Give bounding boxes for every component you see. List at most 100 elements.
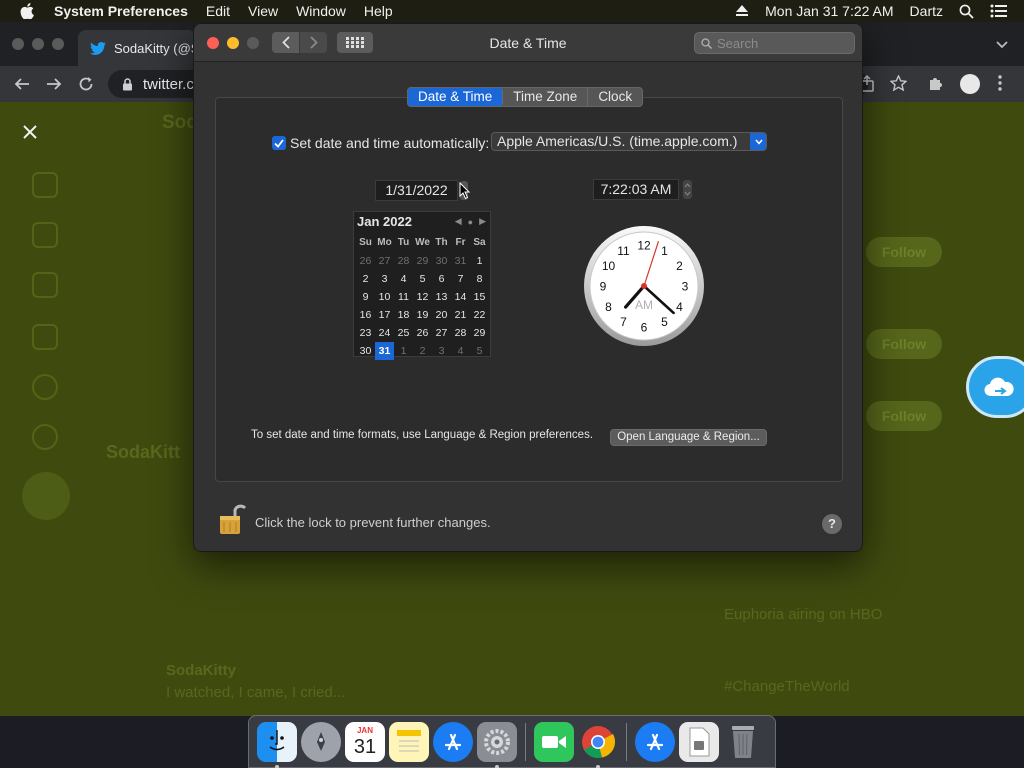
finder-icon[interactable]: [257, 721, 297, 768]
tab-time-zone[interactable]: Time Zone: [503, 88, 589, 106]
window-titlebar[interactable]: Date & Time: [194, 24, 862, 62]
calendar-day[interactable]: 20: [432, 306, 451, 324]
calendar-day[interactable]: 10: [375, 288, 394, 306]
open-language-region-button[interactable]: Open Language & Region...: [610, 429, 767, 446]
calendar-day[interactable]: 29: [413, 252, 432, 270]
calendar-day[interactable]: 5: [413, 270, 432, 288]
calendar-day[interactable]: 8: [470, 270, 489, 288]
calendar-picker[interactable]: Jan 2022 ◀ ● ▶ Su Mo Tu We Th Fr Sa 26 27 28 29 30 3…: [353, 211, 491, 360]
calendar-day[interactable]: 31: [451, 252, 470, 270]
calendar-day[interactable]: 19: [413, 306, 432, 324]
calendar-day[interactable]: 17: [375, 306, 394, 324]
calendar-day[interactable]: 4: [394, 270, 413, 288]
close-overlay-icon[interactable]: [22, 124, 38, 145]
bookmark-star-icon[interactable]: [889, 74, 908, 96]
eject-icon[interactable]: [735, 5, 749, 17]
browser-back-icon[interactable]: [14, 76, 30, 97]
calendar-day[interactable]: 16: [356, 306, 375, 324]
calendar-day[interactable]: 6: [432, 270, 451, 288]
system-preferences-icon[interactable]: [477, 721, 517, 768]
calendar-day[interactable]: 25: [394, 324, 413, 342]
extensions-puzzle-icon[interactable]: [928, 75, 944, 96]
calendar-next-month-icon[interactable]: ▶: [479, 216, 486, 227]
calendar-day[interactable]: 14: [451, 288, 470, 306]
spotlight-search-icon[interactable]: [959, 4, 974, 19]
facetime-icon[interactable]: [534, 721, 574, 762]
profile-avatar-icon[interactable]: [960, 74, 980, 94]
menubar-user[interactable]: Dartz: [910, 3, 943, 19]
menu-window[interactable]: Window: [296, 3, 346, 19]
calendar-day[interactable]: 30: [356, 342, 375, 360]
calendar-day[interactable]: 2: [356, 270, 375, 288]
tab-clock[interactable]: Clock: [588, 88, 642, 106]
calendar-day[interactable]: 29: [470, 324, 489, 342]
calendar-day[interactable]: 3: [375, 270, 394, 288]
calendar-day[interactable]: 3: [432, 342, 451, 360]
browser-close-dot[interactable]: [12, 38, 24, 50]
browser-reload-icon[interactable]: [78, 76, 94, 97]
calendar-prev-month-icon[interactable]: ◀: [455, 216, 462, 227]
menu-view[interactable]: View: [248, 3, 278, 19]
launchpad-icon[interactable]: [301, 721, 341, 762]
unlocked-padlock-icon[interactable]: [218, 502, 246, 536]
calendar-day[interactable]: 21: [451, 306, 470, 324]
calendar-day[interactable]: 15: [470, 288, 489, 306]
date-field[interactable]: 1/31/2022: [375, 180, 458, 201]
time-field[interactable]: 7:22:03 AM: [593, 179, 679, 200]
calendar-day[interactable]: 12: [413, 288, 432, 306]
calendar-day[interactable]: 26: [356, 252, 375, 270]
calendar-app-icon[interactable]: JAN 31: [345, 721, 385, 762]
calendar-day[interactable]: 1: [394, 342, 413, 360]
window-minimize-button[interactable]: [227, 37, 239, 49]
calendar-day[interactable]: 28: [394, 252, 413, 270]
calendar-day[interactable]: 23: [356, 324, 375, 342]
time-stepper[interactable]: [683, 180, 692, 199]
time-server-select[interactable]: Apple Americas/U.S. (time.apple.com.): [491, 132, 767, 151]
menu-edit[interactable]: Edit: [206, 3, 230, 19]
notes-app-icon[interactable]: [389, 721, 429, 762]
calendar-day[interactable]: 28: [451, 324, 470, 342]
browser-menu-icon[interactable]: [998, 75, 1002, 96]
calendar-day[interactable]: 22: [470, 306, 489, 324]
browser-tab-twitter[interactable]: SodaKitty (@S: [78, 30, 196, 66]
preferences-search[interactable]: [694, 32, 855, 54]
calendar-day[interactable]: 5: [470, 342, 489, 360]
calendar-day[interactable]: 30: [432, 252, 451, 270]
calendar-day[interactable]: 11: [394, 288, 413, 306]
search-input[interactable]: [717, 35, 837, 51]
back-button[interactable]: [272, 32, 299, 53]
menu-app-name[interactable]: System Preferences: [54, 3, 188, 19]
calendar-day[interactable]: 27: [375, 252, 394, 270]
calendar-day[interactable]: 4: [451, 342, 470, 360]
browser-zoom-dot[interactable]: [52, 38, 64, 50]
calendar-day[interactable]: 2: [413, 342, 432, 360]
calendar-today-dot-icon[interactable]: ●: [468, 217, 473, 227]
document-file-icon[interactable]: [679, 721, 719, 762]
calendar-day[interactable]: 24: [375, 324, 394, 342]
calendar-day-selected[interactable]: 31: [375, 342, 394, 360]
cloud-sync-badge[interactable]: [966, 356, 1024, 418]
calendar-day[interactable]: 26: [413, 324, 432, 342]
menu-help[interactable]: Help: [364, 3, 393, 19]
window-close-button[interactable]: [207, 37, 219, 49]
window-zoom-button[interactable]: [247, 37, 259, 49]
show-all-button[interactable]: [337, 32, 373, 53]
chrome-icon[interactable]: [578, 722, 618, 768]
app-store-icon[interactable]: [433, 721, 473, 762]
calendar-day[interactable]: 27: [432, 324, 451, 342]
calendar-day[interactable]: 13: [432, 288, 451, 306]
browser-forward-icon[interactable]: [46, 76, 62, 97]
calendar-day[interactable]: 18: [394, 306, 413, 324]
calendar-day[interactable]: 7: [451, 270, 470, 288]
tab-search-chevron-icon[interactable]: [996, 36, 1008, 54]
help-button[interactable]: ?: [822, 514, 842, 534]
app-store-download-icon[interactable]: [635, 721, 675, 762]
auto-date-time-checkbox[interactable]: [272, 136, 286, 150]
apple-menu-icon[interactable]: [20, 3, 40, 19]
calendar-day[interactable]: 1: [470, 252, 489, 270]
control-center-icon[interactable]: [990, 4, 1008, 18]
auto-date-time-label[interactable]: Set date and time automatically:: [290, 135, 489, 151]
menubar-datetime[interactable]: Mon Jan 31 7:22 AM: [765, 3, 893, 19]
tab-date-time[interactable]: Date & Time: [408, 88, 504, 106]
browser-minimize-dot[interactable]: [32, 38, 44, 50]
